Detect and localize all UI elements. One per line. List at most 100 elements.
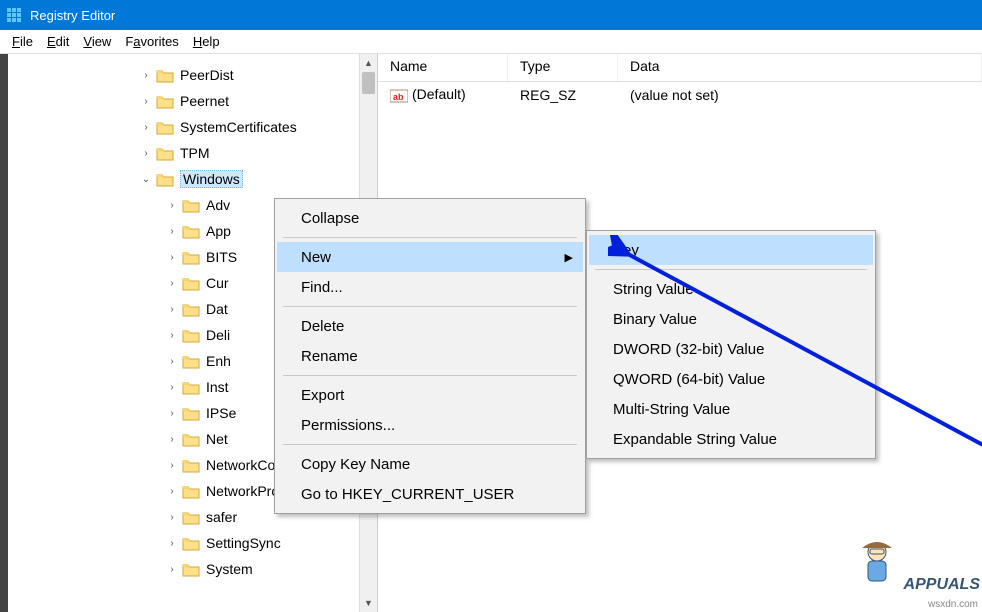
reg-string-icon: ab [390, 88, 408, 104]
menu-separator [283, 375, 577, 376]
menu-item-label: Collapse [301, 210, 359, 227]
menu-item-label: Copy Key Name [301, 456, 410, 473]
column-type[interactable]: Type [508, 54, 618, 81]
tree-item-label: Net [206, 431, 228, 447]
menu-item-label: Delete [301, 318, 344, 335]
submenu-arrow-icon: ▶ [565, 251, 573, 264]
brand-logo: APPUALS [854, 540, 980, 594]
tree-item-label: Windows [180, 170, 243, 188]
menu-separator [595, 269, 867, 270]
expand-icon[interactable]: › [138, 119, 154, 135]
tree-item-label: Enh [206, 353, 231, 369]
title-bar: Registry Editor [0, 0, 982, 30]
tree-item-label: System [206, 561, 253, 577]
scroll-down-button[interactable]: ▼ [360, 594, 377, 612]
tree-item-settingsync[interactable]: ›SettingSync [8, 530, 377, 556]
expand-icon[interactable]: › [164, 275, 180, 291]
ctx-item-delete[interactable]: Delete [277, 311, 583, 341]
ctx-item-key[interactable]: Key [589, 235, 873, 265]
tree-item-label: Inst [206, 379, 229, 395]
expand-icon[interactable]: › [164, 483, 180, 499]
tree-item-system[interactable]: › System [8, 556, 377, 582]
menu-item-label: Find... [301, 279, 343, 296]
ctx-item-multi-string-value[interactable]: Multi-String Value [589, 394, 873, 424]
expand-icon[interactable]: › [164, 301, 180, 317]
menu-favorites[interactable]: Favorites [119, 32, 184, 51]
ctx-item-rename[interactable]: Rename [277, 341, 583, 371]
expand-icon[interactable]: › [164, 509, 180, 525]
watermark-text: wsxdn.com [928, 599, 978, 610]
expand-icon[interactable]: › [164, 379, 180, 395]
context-menu: Collapse New ▶ Find... Delete Rename Export Per… [274, 198, 586, 514]
menu-view[interactable]: View [77, 32, 117, 51]
scroll-up-button[interactable]: ▲ [360, 54, 377, 72]
folder-icon [182, 510, 200, 525]
folder-icon [182, 536, 200, 551]
ctx-item-collapse[interactable]: Collapse [277, 203, 583, 233]
tree-item-tpm[interactable]: › TPM [8, 140, 377, 166]
folder-icon [156, 120, 174, 135]
ctx-item-string-value[interactable]: String Value [589, 274, 873, 304]
expand-icon[interactable]: › [138, 93, 154, 109]
ctx-item-go-to-hkey-current-user[interactable]: Go to HKEY_CURRENT_USER [277, 479, 583, 509]
ctx-item-export[interactable]: Export [277, 380, 583, 410]
collapse-icon[interactable]: ⌄ [138, 171, 154, 187]
tree-item-label: IPSe [206, 405, 236, 421]
tree-item-systemcertificates[interactable]: ›SystemCertificates [8, 114, 377, 140]
ctx-item-permissions[interactable]: Permissions... [277, 410, 583, 440]
expand-icon[interactable]: › [164, 223, 180, 239]
expand-icon[interactable]: › [164, 457, 180, 473]
ctx-item-copy-key-name[interactable]: Copy Key Name [277, 449, 583, 479]
expand-icon[interactable]: › [164, 535, 180, 551]
menu-edit[interactable]: Edit [41, 32, 75, 51]
folder-icon [182, 250, 200, 265]
folder-icon [156, 94, 174, 109]
expand-icon[interactable]: › [164, 405, 180, 421]
tree-item-label: Dat [206, 301, 228, 317]
menu-item-label: String Value [613, 281, 694, 298]
scroll-thumb[interactable] [362, 72, 375, 94]
expand-icon[interactable]: › [164, 431, 180, 447]
column-name[interactable]: Name [378, 54, 508, 81]
expand-icon[interactable]: › [164, 197, 180, 213]
column-data[interactable]: Data [618, 54, 982, 81]
tree-item-peernet[interactable]: › Peernet [8, 88, 377, 114]
tree-item-peerdist[interactable]: ›PeerDist [8, 62, 377, 88]
menu-item-label: Binary Value [613, 311, 697, 328]
svg-text:ab: ab [393, 92, 404, 102]
ctx-item-expandable-string-value[interactable]: Expandable String Value [589, 424, 873, 454]
ctx-item-qword-64-bit-value[interactable]: QWORD (64-bit) Value [589, 364, 873, 394]
tree-item-label: TPM [180, 145, 210, 161]
menu-bar: File Edit View Favorites Help [0, 30, 982, 54]
menu-separator [283, 444, 577, 445]
menu-separator [283, 306, 577, 307]
ctx-item-dword-32-bit-value[interactable]: DWORD (32-bit) Value [589, 334, 873, 364]
list-row[interactable]: ab (Default) REG_SZ (value not set) [378, 82, 982, 108]
ctx-item-find[interactable]: Find... [277, 272, 583, 302]
menu-item-label: New [301, 249, 331, 266]
expand-icon[interactable]: › [138, 67, 154, 83]
app-icon [6, 7, 22, 23]
expand-icon[interactable]: › [164, 249, 180, 265]
folder-icon [156, 68, 174, 83]
tree-item-windows[interactable]: ⌄ Windows [8, 166, 377, 192]
tree-item-label: Deli [206, 327, 230, 343]
folder-icon [182, 224, 200, 239]
window-title: Registry Editor [30, 8, 115, 23]
tree-item-label: Peernet [180, 93, 229, 109]
expand-icon[interactable]: › [138, 145, 154, 161]
cell-type: REG_SZ [508, 87, 618, 103]
expand-icon[interactable]: › [164, 327, 180, 343]
menu-file[interactable]: File [6, 32, 39, 51]
menu-item-label: Permissions... [301, 417, 395, 434]
expand-icon[interactable]: › [164, 561, 180, 577]
ctx-item-new[interactable]: New ▶ [277, 242, 583, 272]
menu-help[interactable]: Help [187, 32, 226, 51]
folder-icon [156, 146, 174, 161]
menu-item-label: QWORD (64-bit) Value [613, 371, 765, 388]
tree-item-label: BITS [206, 249, 237, 265]
ctx-item-binary-value[interactable]: Binary Value [589, 304, 873, 334]
menu-item-label: Expandable String Value [613, 431, 777, 448]
expand-icon[interactable]: › [164, 353, 180, 369]
menu-item-label: Key [613, 242, 639, 259]
